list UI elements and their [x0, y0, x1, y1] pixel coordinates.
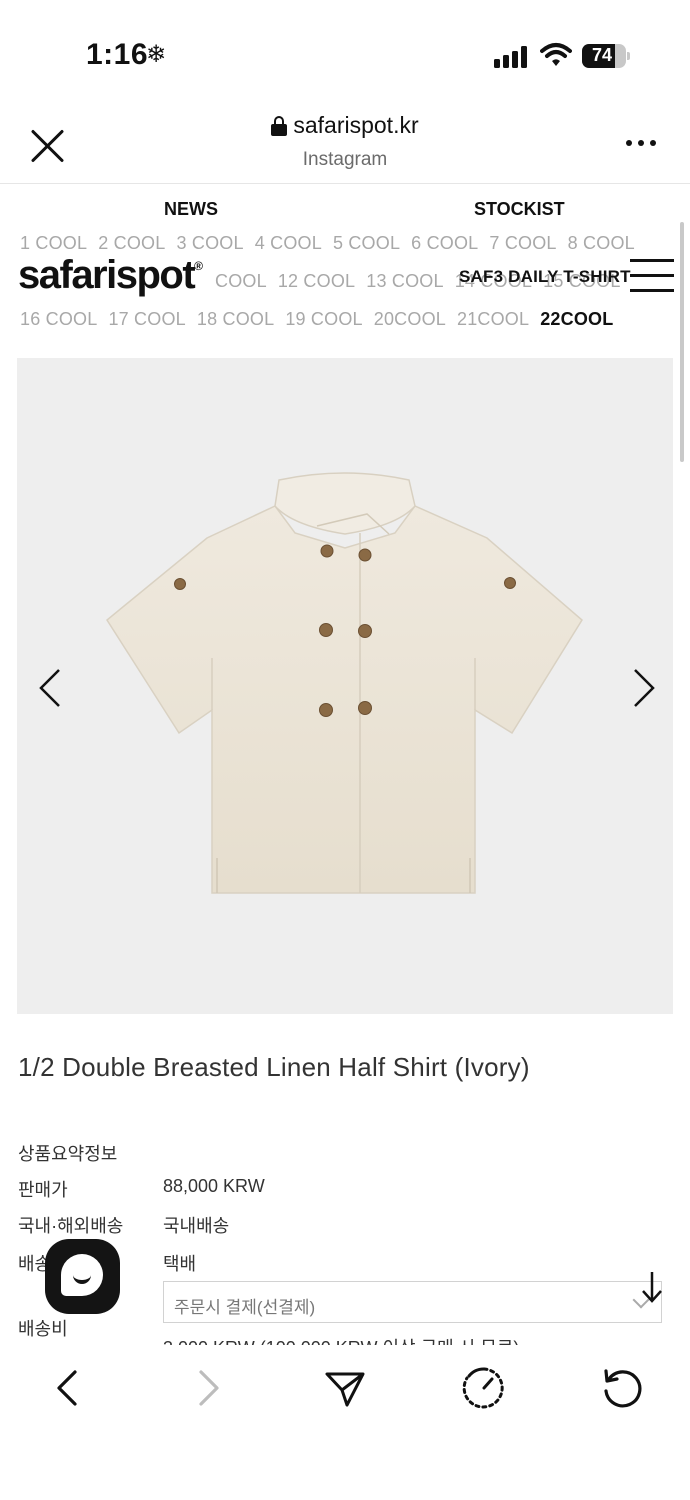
wifi-icon: [540, 43, 572, 66]
collection-link[interactable]: 1 COOL: [20, 233, 87, 253]
page-scrollbar[interactable]: [680, 222, 684, 462]
collection-link[interactable]: 3 COOL: [176, 233, 243, 253]
info-value: 택배: [163, 1254, 197, 1274]
nav-link-news[interactable]: NEWS: [164, 199, 218, 220]
hamburger-icon[interactable]: [630, 259, 674, 293]
info-key: 판매가: [18, 1180, 68, 1200]
nav-link-stockist[interactable]: STOCKIST: [474, 199, 565, 220]
collection-list-row-1: 1 COOL 2 COOL 3 COOL 4 COOL 5 COOL 6 COOL 7 CO…: [20, 233, 646, 254]
info-value: 국내배송: [163, 1216, 230, 1236]
history-icon[interactable]: [459, 1363, 509, 1413]
collection-link[interactable]: 5 COOL: [333, 233, 400, 253]
collection-link-partial[interactable]: COOL: [215, 271, 267, 291]
share-icon[interactable]: [320, 1363, 370, 1413]
reload-icon[interactable]: [597, 1363, 647, 1413]
collection-link[interactable]: 8 COOL: [568, 233, 635, 253]
battery-cap: [627, 52, 630, 60]
collection-link[interactable]: 17 COOL: [108, 309, 185, 329]
carousel-prev-icon[interactable]: [35, 668, 65, 708]
collection-link[interactable]: 13 COOL: [366, 271, 443, 291]
collection-link[interactable]: 12 COOL: [278, 271, 355, 291]
in-app-browser-header: safarispot.kr Instagram: [0, 110, 690, 184]
page-domain: safarispot.kr: [293, 112, 419, 138]
more-icon[interactable]: [626, 138, 656, 148]
collection-link[interactable]: 21COOL: [457, 309, 529, 329]
collection-link[interactable]: 16 COOL: [20, 309, 97, 329]
collection-link[interactable]: 2 COOL: [98, 233, 165, 253]
collection-list-row-3: 16 COOL 17 COOL 18 COOL 19 COOL 20COOL 21COOL…: [20, 309, 624, 330]
product-image-carousel[interactable]: [17, 358, 673, 1014]
browser-source-label: Instagram: [302, 148, 388, 170]
category-label[interactable]: SAF3 DAILY T-SHIRT: [459, 267, 631, 287]
info-key: 배송비: [18, 1319, 68, 1339]
browser-toolbar: [0, 1345, 690, 1500]
price-value: 88,000 KRW: [163, 1176, 265, 1196]
carousel-next-icon[interactable]: [629, 668, 659, 708]
registered-mark: ®: [194, 259, 203, 273]
forward-icon[interactable]: [182, 1363, 232, 1413]
focus-mode-icon: ❄: [146, 41, 167, 68]
collection-link[interactable]: 4 COOL: [255, 233, 322, 253]
product-title: 1/2 Double Breasted Linen Half Shirt (Iv…: [18, 1052, 530, 1082]
scroll-down-arrow-icon[interactable]: [640, 1270, 664, 1304]
collection-link[interactable]: 20COOL: [374, 309, 446, 329]
url-display: safarispot.kr Instagram: [0, 110, 690, 171]
collection-link[interactable]: 7 COOL: [489, 233, 556, 253]
collection-link-active[interactable]: 22COOL: [540, 309, 613, 329]
status-time: 1:16: [86, 38, 149, 71]
info-key: 상품요약정보: [18, 1144, 118, 1164]
product-photo: [106, 472, 583, 894]
site-logo[interactable]: safarispot®: [18, 253, 203, 298]
info-key: 국내·해외배송: [18, 1216, 124, 1236]
status-bar: 1:16 ❄ 74: [0, 0, 690, 110]
back-icon[interactable]: [44, 1363, 94, 1413]
battery-icon: 74: [582, 44, 626, 68]
collection-link[interactable]: 6 COOL: [411, 233, 478, 253]
chat-icon[interactable]: [45, 1239, 120, 1314]
site-navigation: NEWS STOCKIST 1 COOL 2 COOL 3 COOL 4 COOL 5 …: [0, 185, 690, 345]
battery-percent: 74: [591, 45, 613, 65]
select-value: 주문시 결제(선결제): [174, 1298, 316, 1317]
lock-icon: [271, 115, 288, 136]
logo-text: safarispot: [18, 253, 196, 297]
collection-link[interactable]: 19 COOL: [285, 309, 362, 329]
payment-method-select[interactable]: 주문시 결제(선결제): [163, 1281, 662, 1323]
cellular-signal-icon: [494, 46, 530, 68]
collection-link[interactable]: 18 COOL: [197, 309, 274, 329]
